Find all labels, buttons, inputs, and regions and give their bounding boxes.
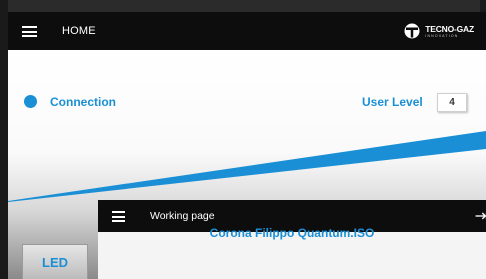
device-name: Corona Filippo Quantum.ISO (209, 226, 375, 240)
top-bar: HOME TECNO-GAZ INNOVATION (8, 12, 486, 50)
working-page-window: Working page ⇥ Corona Filippo Quantum.IS… (98, 200, 486, 279)
brand-logo: TECNO-GAZ INNOVATION (404, 23, 474, 39)
led-button[interactable]: LED (22, 244, 88, 279)
left-background-strip (0, 0, 8, 279)
hamburger-menu-icon[interactable] (22, 26, 37, 37)
hamburger-menu-icon[interactable] (112, 211, 125, 222)
connection-label: Connection (50, 95, 116, 109)
brand-tagline: INNOVATION (425, 33, 459, 38)
user-level-label: User Level (362, 95, 423, 109)
brand-text: TECNO-GAZ INNOVATION (425, 23, 474, 38)
exit-arrow-icon[interactable]: ⇥ (475, 206, 486, 226)
tecnogaz-logo-icon (404, 23, 420, 39)
brand-name: TECNO-GAZ (425, 23, 474, 34)
page-title: HOME (62, 25, 96, 37)
user-level-value[interactable]: 4 (437, 93, 467, 112)
connection-status-icon (24, 95, 37, 108)
sub-window-title: Working page (150, 210, 215, 222)
